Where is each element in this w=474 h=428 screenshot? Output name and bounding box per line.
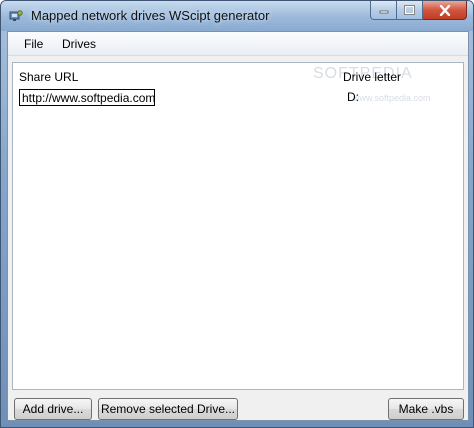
window-title: Mapped network drives WScipt generator — [31, 8, 270, 23]
maximize-icon — [404, 5, 415, 15]
close-icon — [439, 4, 450, 16]
menu-bar: File Drives — [8, 32, 468, 56]
drive-letter-cell[interactable]: D: — [347, 90, 359, 104]
app-icon — [9, 10, 23, 21]
maximize-button[interactable] — [397, 1, 423, 20]
title-bar[interactable]: Mapped network drives WScipt generator — [1, 1, 473, 31]
client-area: File Drives SOFTPEDIA www.softpedia.com … — [7, 31, 469, 421]
drives-grid[interactable]: SOFTPEDIA www.softpedia.com Share URL Dr… — [12, 62, 464, 390]
minimize-button[interactable] — [370, 1, 397, 20]
menu-file[interactable]: File — [24, 37, 43, 51]
minimize-icon — [379, 10, 388, 14]
share-url-cell-editor[interactable]: http://www.softpedia.com — [19, 89, 155, 106]
column-header-drive-letter[interactable]: Drive letter — [343, 70, 401, 84]
close-button[interactable] — [423, 1, 467, 20]
caption-buttons — [370, 1, 467, 21]
column-header-share-url[interactable]: Share URL — [19, 70, 78, 84]
app-window: Mapped network drives WScipt generator F… — [0, 0, 474, 428]
remove-selected-drive-button[interactable]: Remove selected Drive... — [98, 398, 238, 420]
add-drive-button[interactable]: Add drive... — [14, 398, 92, 420]
make-vbs-button[interactable]: Make .vbs — [388, 398, 464, 420]
menu-drives[interactable]: Drives — [62, 37, 96, 51]
watermark-url: www.softpedia.com — [353, 93, 431, 103]
